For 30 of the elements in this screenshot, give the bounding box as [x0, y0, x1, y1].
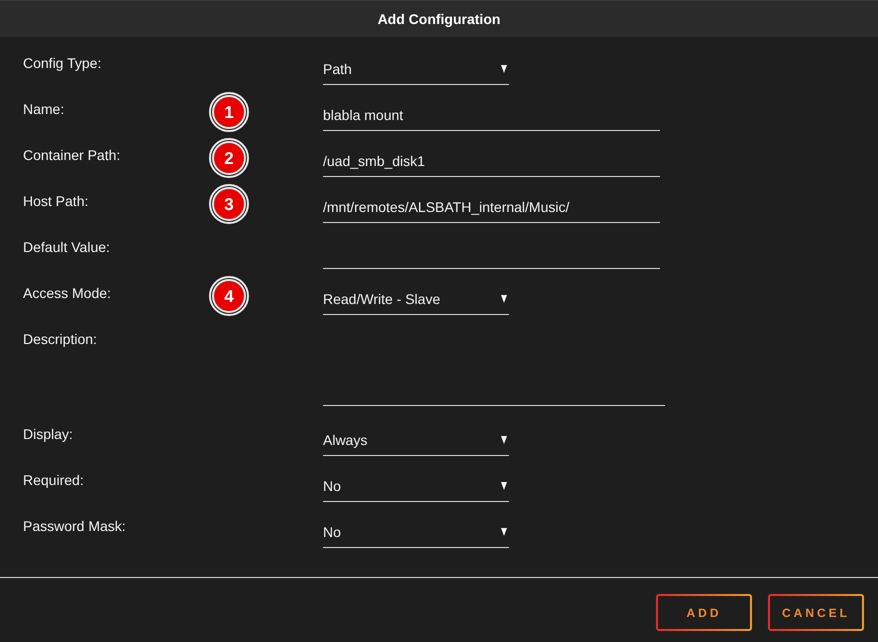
field-label: Display: — [23, 425, 74, 443]
field-label: Name: — [23, 100, 66, 118]
dialog-title: Add Configuration — [378, 10, 500, 29]
select-field[interactable]: No — [323, 471, 509, 502]
number-marker: 3 — [209, 184, 249, 224]
input-field[interactable]: /mnt/remotes/ALSBATH_internal/Music/ — [323, 192, 660, 223]
caret-icon — [501, 65, 507, 73]
select-field[interactable]: Path — [323, 54, 509, 85]
caret-icon — [501, 295, 507, 303]
field-label: Config Type: — [23, 54, 102, 72]
input-field[interactable]: blabla mount — [323, 100, 660, 131]
field-label: Host Path: — [23, 192, 90, 210]
field-label: Required: — [23, 471, 85, 489]
number-marker: 4 — [209, 276, 249, 316]
field-label: Description: — [23, 330, 98, 348]
cancel-button[interactable]: CANCEL — [768, 594, 864, 631]
caret-icon — [501, 528, 507, 536]
field-label: Access Mode: — [23, 284, 112, 302]
caret-icon — [501, 482, 507, 490]
add-button[interactable]: ADD — [656, 594, 752, 631]
select-field[interactable]: Always — [323, 425, 509, 456]
number-marker: 1 — [209, 92, 249, 132]
field-label: Default Value: — [23, 238, 111, 256]
select-field[interactable]: No — [323, 517, 509, 548]
select-field[interactable]: Read/Write - Slave — [323, 284, 509, 315]
field-label: Container Path: — [23, 146, 122, 164]
field-label: Password Mask: — [23, 517, 127, 535]
caret-icon — [501, 436, 507, 444]
input-field[interactable]: /uad_smb_disk1 — [323, 146, 660, 177]
number-marker: 2 — [209, 138, 249, 178]
